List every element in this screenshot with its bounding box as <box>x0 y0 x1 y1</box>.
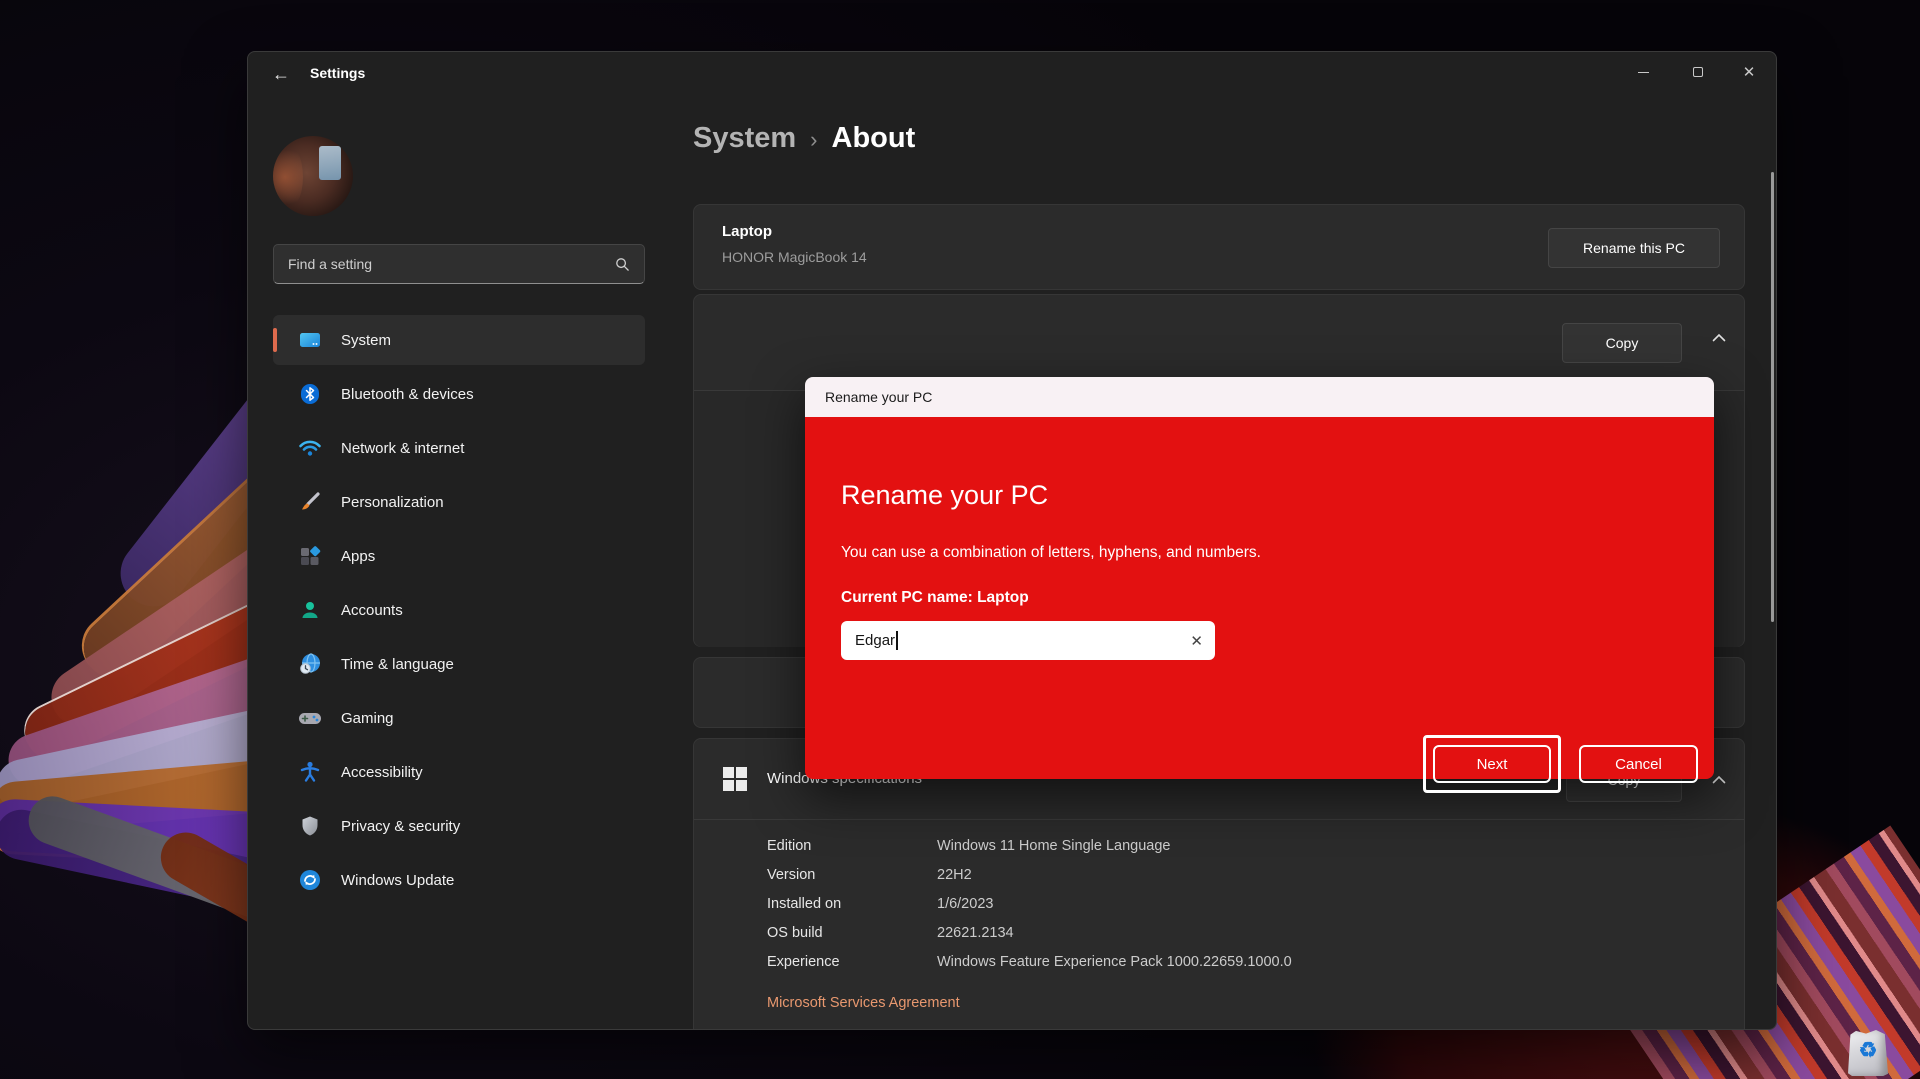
sidebar-item-accessibility[interactable]: Accessibility <box>273 747 645 797</box>
accessibility-icon <box>297 759 323 785</box>
globe-clock-icon <box>297 651 323 677</box>
spec-value: 22621.2134 <box>937 925 1292 941</box>
device-model: HONOR MagicBook 14 <box>722 249 867 265</box>
device-specs-collapse-chevron-icon[interactable] <box>1712 333 1726 342</box>
breadcrumb-system[interactable]: System <box>693 122 796 155</box>
spec-label: Installed on <box>767 896 937 912</box>
maximize-button[interactable] <box>1675 52 1721 92</box>
dialog-titlebar[interactable]: Rename your PC <box>805 377 1714 417</box>
person-icon <box>297 597 323 623</box>
microsoft-services-agreement-link[interactable]: Microsoft Services Agreement <box>767 995 960 1011</box>
windows-specs-collapse-chevron-icon[interactable] <box>1712 775 1726 784</box>
sidebar-item-system[interactable]: System <box>273 315 645 365</box>
cancel-button[interactable]: Cancel <box>1579 745 1698 783</box>
spec-value: 22H2 <box>937 867 1292 883</box>
sidebar-item-personalization[interactable]: Personalization <box>273 477 645 527</box>
sidebar-item-label: Bluetooth & devices <box>341 386 474 403</box>
sidebar-item-label: Network & internet <box>341 440 464 457</box>
user-avatar[interactable] <box>273 136 353 216</box>
paintbrush-icon <box>297 489 323 515</box>
current-pc-name-label: Current PC name: Laptop <box>841 589 1029 607</box>
sidebar-item-network[interactable]: Network & internet <box>273 423 645 473</box>
sidebar-item-apps[interactable]: Apps <box>273 531 645 581</box>
display-icon <box>297 327 323 353</box>
window-titlebar[interactable]: ← Settings ✕ <box>248 52 1776 96</box>
minimize-button[interactable] <box>1620 52 1666 92</box>
bluetooth-icon <box>297 381 323 407</box>
rename-pc-dialog: Rename your PC Rename your PC You can us… <box>805 377 1714 779</box>
sidebar-item-privacy[interactable]: Privacy & security <box>273 801 645 851</box>
dialog-body: Rename your PC You can use a combination… <box>805 417 1714 779</box>
sidebar-item-label: Windows Update <box>341 872 454 889</box>
sidebar-item-label: Personalization <box>341 494 444 511</box>
dialog-title: Rename your PC <box>825 389 932 405</box>
device-name: Laptop <box>722 223 772 240</box>
sidebar-item-accounts[interactable]: Accounts <box>273 585 645 635</box>
breadcrumb-separator: › <box>810 127 817 153</box>
sidebar-item-time-language[interactable]: Time & language <box>273 639 645 689</box>
shield-icon <box>297 813 323 839</box>
spec-label: Version <box>767 867 937 883</box>
spec-label: OS build <box>767 925 937 941</box>
sidebar-item-label: Privacy & security <box>341 818 460 835</box>
search-icon <box>615 257 630 272</box>
wifi-icon <box>297 435 323 461</box>
window-title: Settings <box>310 65 365 81</box>
spec-value: Windows Feature Experience Pack 1000.226… <box>937 954 1292 970</box>
dialog-description: You can use a combination of letters, hy… <box>841 544 1261 562</box>
sidebar-item-windows-update[interactable]: Windows Update <box>273 855 645 905</box>
pc-name-input-value: Edgar <box>855 632 895 649</box>
text-caret <box>896 631 898 650</box>
device-name-card: Laptop HONOR MagicBook 14 Rename this PC <box>693 204 1745 290</box>
settings-window: ← Settings ✕ Find a setting System <box>247 51 1777 1030</box>
pc-name-input[interactable]: Edgar ✕ <box>841 621 1215 660</box>
page-title: About <box>832 122 916 155</box>
sidebar-item-label: Accounts <box>341 602 403 619</box>
close-button[interactable]: ✕ <box>1726 52 1772 92</box>
windows-logo-icon <box>722 766 748 797</box>
dialog-heading: Rename your PC <box>841 480 1048 511</box>
breadcrumb: System › About <box>693 122 915 155</box>
spec-table: Edition Windows 11 Home Single Language … <box>767 838 1292 970</box>
scrollbar[interactable] <box>1771 172 1774 622</box>
sidebar-item-label: Apps <box>341 548 375 565</box>
update-arrows-icon <box>297 867 323 893</box>
sidebar-item-label: Time & language <box>341 656 454 673</box>
apps-grid-icon <box>297 543 323 569</box>
next-button[interactable]: Next <box>1433 745 1551 783</box>
search-placeholder: Find a setting <box>288 256 615 272</box>
clear-input-icon[interactable]: ✕ <box>1190 632 1203 650</box>
gamepad-icon <box>297 705 323 731</box>
device-specs-copy-button[interactable]: Copy <box>1562 323 1682 363</box>
recycle-symbol-icon: ♻ <box>1844 1038 1892 1063</box>
sidebar-item-label: Accessibility <box>341 764 423 781</box>
sidebar-item-gaming[interactable]: Gaming <box>273 693 645 743</box>
sidebar-item-label: Gaming <box>341 710 394 727</box>
spec-label: Experience <box>767 954 937 970</box>
spec-value: Windows 11 Home Single Language <box>937 838 1292 854</box>
desktop: ♻ ← Settings ✕ Find a setting <box>0 0 1920 1079</box>
back-arrow-icon[interactable]: ← <box>270 63 292 85</box>
search-input[interactable]: Find a setting <box>273 244 645 284</box>
spec-label: Edition <box>767 838 937 854</box>
recycle-bin-icon[interactable]: ♻ <box>1844 1022 1892 1079</box>
selected-accent-bar <box>273 328 277 352</box>
rename-this-pc-button[interactable]: Rename this PC <box>1548 228 1720 268</box>
sidebar-item-label: System <box>341 332 391 349</box>
spec-value: 1/6/2023 <box>937 896 1292 912</box>
sidebar-item-bluetooth[interactable]: Bluetooth & devices <box>273 369 645 419</box>
